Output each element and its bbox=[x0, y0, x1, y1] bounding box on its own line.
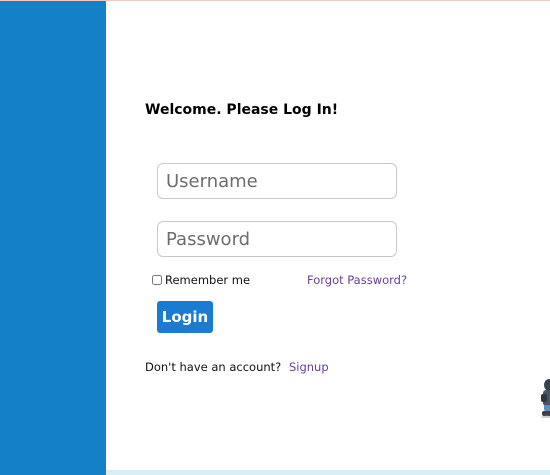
remember-me-label: Remember me bbox=[165, 273, 251, 287]
login-button[interactable]: Login bbox=[157, 301, 213, 333]
left-sidebar bbox=[0, 1, 106, 475]
mascot-figure-icon bbox=[541, 379, 550, 418]
remember-me-checkbox[interactable] bbox=[152, 275, 162, 285]
signup-link[interactable]: Signup bbox=[289, 360, 329, 374]
signup-prompt: Don't have an account? bbox=[145, 360, 282, 374]
password-input[interactable] bbox=[157, 221, 397, 257]
welcome-heading: Welcome. Please Log In! bbox=[145, 102, 339, 118]
username-input[interactable] bbox=[157, 163, 397, 199]
bottom-strip bbox=[106, 470, 550, 475]
login-page: Welcome. Please Log In! Remember me Forg… bbox=[0, 0, 550, 475]
remember-me[interactable]: Remember me bbox=[152, 273, 250, 287]
signup-row: Don't have an account? Signup bbox=[145, 360, 329, 374]
forgot-password-link[interactable]: Forgot Password? bbox=[307, 273, 407, 287]
